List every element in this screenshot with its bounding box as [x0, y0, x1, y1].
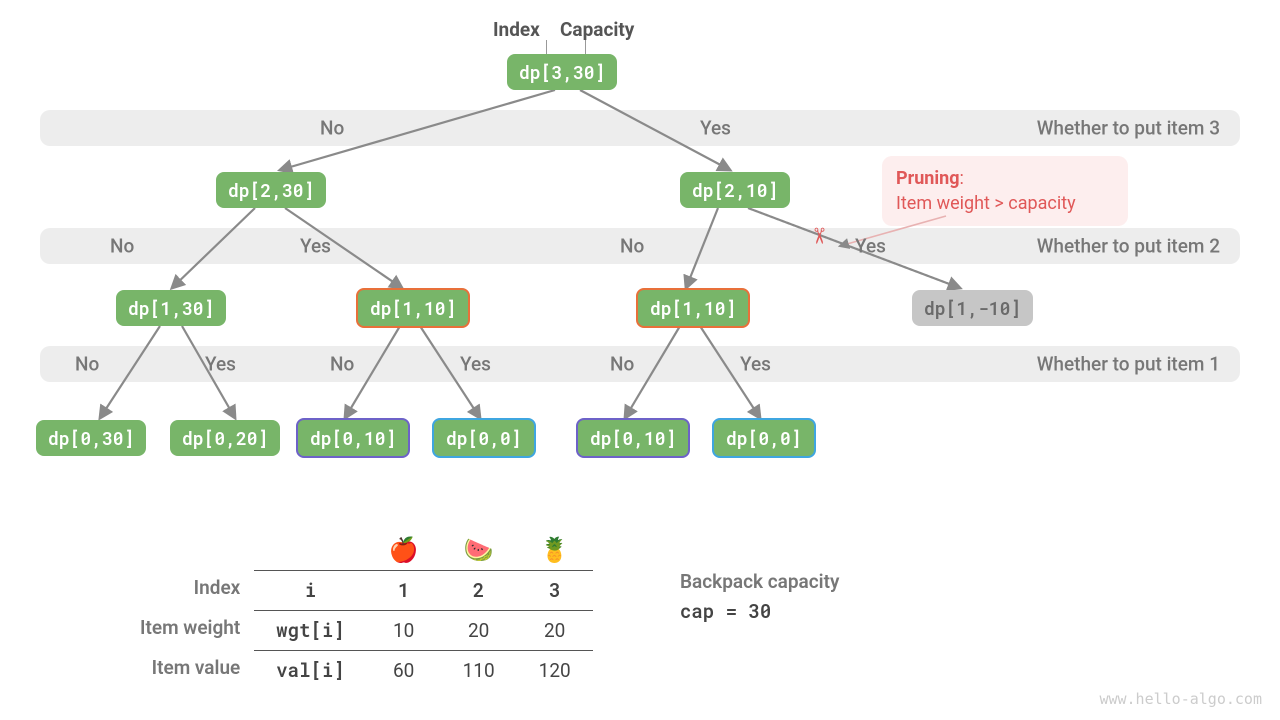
row-header-index: Index — [140, 568, 254, 608]
row-header-value: Item value — [140, 648, 254, 688]
cell-idx-2: 2 — [441, 571, 517, 611]
branch-yes-1b: Yes — [460, 353, 491, 376]
cell-wgt-3: 20 — [517, 611, 593, 651]
node-dp-0-0-a: dp[0,0] — [432, 418, 536, 458]
branch-yes-1c: Yes — [740, 353, 771, 376]
row-header-weight: Item weight — [140, 608, 254, 648]
pruning-text: Item weight > capacity — [896, 193, 1076, 214]
band-label-3: Whether to put item 3 — [1037, 117, 1220, 140]
cell-val: val[i] — [254, 651, 366, 691]
cell-i: i — [254, 571, 366, 611]
cell-val-3: 120 — [517, 651, 593, 691]
node-dp-2-10: dp[2,10] — [680, 172, 790, 208]
header-index-label: Index — [493, 18, 540, 41]
watermelon-icon: 🍉 — [441, 530, 517, 571]
cell-wgt: wgt[i] — [254, 611, 366, 651]
node-dp-1-neg10: dp[1,-10] — [912, 290, 1033, 326]
node-dp-1-30: dp[1,30] — [116, 290, 226, 326]
branch-no-2a: No — [110, 235, 134, 258]
tick-capacity — [585, 40, 586, 54]
node-dp-0-10-a: dp[0,10] — [296, 418, 410, 458]
cell-val-1: 60 — [367, 651, 441, 691]
cell-wgt-2: 20 — [441, 611, 517, 651]
node-dp-0-30: dp[0,30] — [36, 420, 146, 456]
node-dp-1-10-a: dp[1,10] — [356, 288, 470, 328]
node-dp-0-20: dp[0,20] — [170, 420, 280, 456]
node-dp-0-0-b: dp[0,0] — [712, 418, 816, 458]
capacity-header: Backpack capacity — [680, 570, 839, 593]
branch-no-3l: No — [320, 117, 344, 140]
tick-index — [546, 40, 547, 54]
pruning-title: Pruning — [896, 168, 960, 189]
branch-no-1a: No — [75, 353, 99, 376]
node-dp-2-30: dp[2,30] — [216, 172, 326, 208]
branch-yes-3r: Yes — [700, 117, 731, 140]
cell-idx-3: 3 — [517, 571, 593, 611]
header-capacity-label: Capacity — [560, 18, 634, 41]
band-label-2: Whether to put item 2 — [1037, 235, 1220, 258]
branch-yes-2b: Yes — [855, 235, 886, 258]
pruning-sep: : — [960, 168, 964, 189]
band-label-1: Whether to put item 1 — [1037, 353, 1220, 376]
node-dp-1-10-b: dp[1,10] — [636, 288, 750, 328]
branch-no-1b: No — [330, 353, 354, 376]
branch-no-1c: No — [610, 353, 634, 376]
cell-val-2: 110 — [441, 651, 517, 691]
cell-idx-1: 1 — [367, 571, 441, 611]
pineapple-icon: 🍍 — [517, 530, 593, 571]
cell-wgt-1: 10 — [367, 611, 441, 651]
scissors-icon: ✂ — [806, 227, 831, 245]
node-root: dp[3,30] — [507, 54, 617, 90]
item-data-table: Index Item weight Item value 🍎 🍉 🍍 i 1 2… — [140, 530, 593, 691]
branch-no-2b: No — [620, 235, 644, 258]
capacity-info: Backpack capacity cap = 30 — [680, 570, 839, 624]
table-row-headers: Index Item weight Item value — [140, 530, 254, 688]
branch-yes-1a: Yes — [205, 353, 236, 376]
apple-icon: 🍎 — [367, 530, 441, 571]
footer-credit: www.hello-algo.com — [1099, 690, 1262, 708]
capacity-value: cap = 30 — [680, 599, 839, 624]
pruning-callout: Pruning: Item weight > capacity — [882, 156, 1128, 226]
branch-yes-2a: Yes — [300, 235, 331, 258]
node-dp-0-10-b: dp[0,10] — [576, 418, 690, 458]
